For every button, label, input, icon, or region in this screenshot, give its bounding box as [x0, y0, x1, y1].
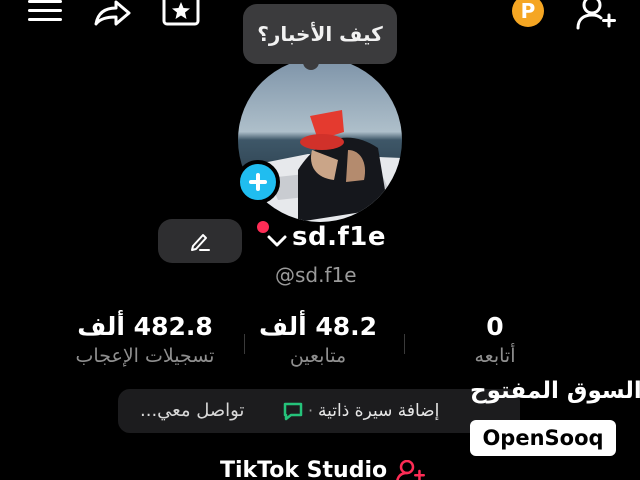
- edit-profile-button[interactable]: [158, 219, 242, 263]
- chevron-down-icon[interactable]: [266, 233, 288, 249]
- tiktok-studio-link[interactable]: TikTok Studio: [220, 458, 387, 480]
- add-user-icon[interactable]: [572, 0, 618, 30]
- stat-following[interactable]: 0 أتابعه: [440, 312, 550, 367]
- note-text: كيف الأخبار؟: [257, 22, 383, 46]
- contact-me-text[interactable]: تواصل معي...: [140, 400, 244, 421]
- chat-bubble-icon: [283, 402, 303, 421]
- following-label: أتابعه: [474, 345, 516, 367]
- stat-divider: [244, 334, 245, 354]
- add-bio-text[interactable]: إضافة سيرة ذاتية: [318, 401, 439, 421]
- note-bubble[interactable]: كيف الأخبار؟: [243, 4, 397, 64]
- menu-icon[interactable]: [28, 0, 64, 26]
- favorites-star-icon[interactable]: [160, 0, 204, 28]
- following-count: 0: [486, 312, 504, 341]
- bio-separator: ·: [308, 401, 314, 420]
- user-plus-icon[interactable]: [396, 460, 426, 480]
- plus-icon: [249, 173, 267, 191]
- user-handle: @sd.f1e: [275, 263, 357, 287]
- opensooq-watermark-english: OpenSooq: [482, 426, 604, 450]
- coin-icon[interactable]: P: [506, 0, 546, 30]
- share-icon[interactable]: [92, 0, 132, 28]
- coin-letter: P: [521, 0, 536, 23]
- likes-count: 482.8 ألف: [77, 312, 213, 341]
- followers-count: 48.2 ألف: [258, 312, 378, 341]
- stat-divider: [404, 334, 405, 354]
- notification-dot: [257, 221, 269, 233]
- followers-label: متابعين: [289, 345, 347, 367]
- opensooq-watermark-logo: OpenSooq: [470, 420, 616, 456]
- likes-label: تسجيلات الإعجاب: [75, 345, 215, 367]
- stat-likes[interactable]: 482.8 ألف تسجيلات الإعجاب: [50, 312, 240, 367]
- add-story-button[interactable]: [236, 160, 280, 204]
- pencil-icon: [191, 234, 210, 251]
- stat-followers[interactable]: 48.2 ألف متابعين: [248, 312, 388, 367]
- tiktok-profile-screen: P كيف الأخبار؟ sd.f1e @sd.f1e 482.8 ألف …: [0, 0, 640, 480]
- opensooq-watermark-arabic: السوق المفتوح: [470, 378, 640, 404]
- username[interactable]: sd.f1e: [292, 222, 386, 252]
